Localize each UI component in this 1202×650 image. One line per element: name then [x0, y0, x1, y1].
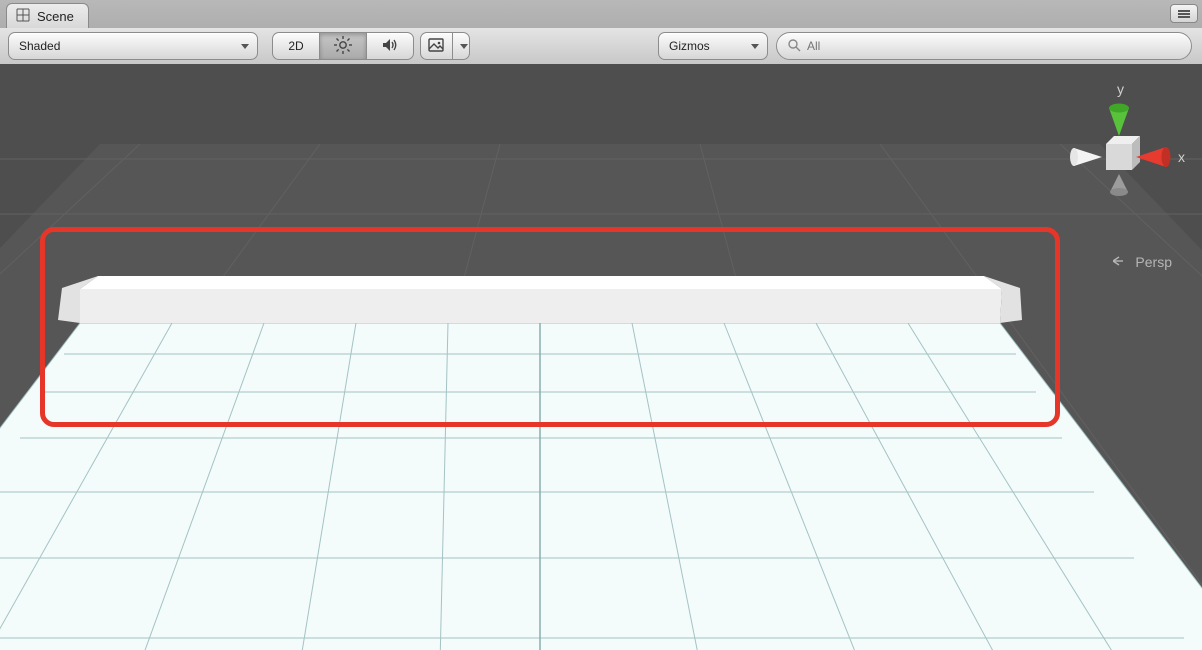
search-field[interactable] — [776, 32, 1192, 60]
2d-label: 2D — [288, 39, 303, 53]
shading-mode-label: Shaded — [19, 39, 60, 53]
orientation-gizmo[interactable]: y x — [1044, 74, 1194, 227]
window-options-button[interactable] — [1170, 4, 1198, 23]
axis-y-label: y — [1117, 81, 1124, 97]
audio-toggle-button[interactable] — [366, 32, 414, 60]
scene-3d-render — [0, 64, 1202, 650]
2d-toggle-button[interactable]: 2D — [272, 32, 319, 60]
projection-label: Persp — [1135, 254, 1172, 270]
speaker-icon — [380, 35, 400, 58]
scene-viewport[interactable]: y x Persp — [0, 64, 1202, 650]
tab-strip: Scene — [0, 0, 1202, 29]
effects-dropdown[interactable] — [420, 32, 470, 60]
search-input[interactable] — [805, 38, 1191, 54]
chevron-down-icon — [751, 44, 759, 49]
tab-title: Scene — [37, 9, 74, 24]
projection-icon — [1113, 254, 1129, 270]
scene-icon — [15, 7, 31, 26]
menu-icon — [1178, 10, 1190, 18]
search-icon — [787, 38, 801, 55]
chevron-down-icon — [460, 44, 468, 49]
shading-mode-dropdown[interactable]: Shaded — [8, 32, 258, 60]
effects-toggle-button[interactable] — [420, 32, 452, 60]
effects-dropdown-caret[interactable] — [452, 32, 470, 60]
lighting-toggle-button[interactable] — [319, 32, 366, 60]
image-icon — [426, 35, 446, 58]
view-toggle-group: 2D — [272, 32, 414, 60]
gizmos-label: Gizmos — [669, 39, 710, 53]
scene-tab[interactable]: Scene — [6, 3, 89, 29]
projection-toggle[interactable]: Persp — [1113, 254, 1172, 270]
sun-icon — [333, 35, 353, 58]
axis-x-label: x — [1178, 149, 1185, 165]
chevron-down-icon — [241, 44, 249, 49]
scene-toolbar: Shaded 2D — [0, 28, 1202, 65]
gizmos-dropdown[interactable]: Gizmos — [658, 32, 768, 60]
